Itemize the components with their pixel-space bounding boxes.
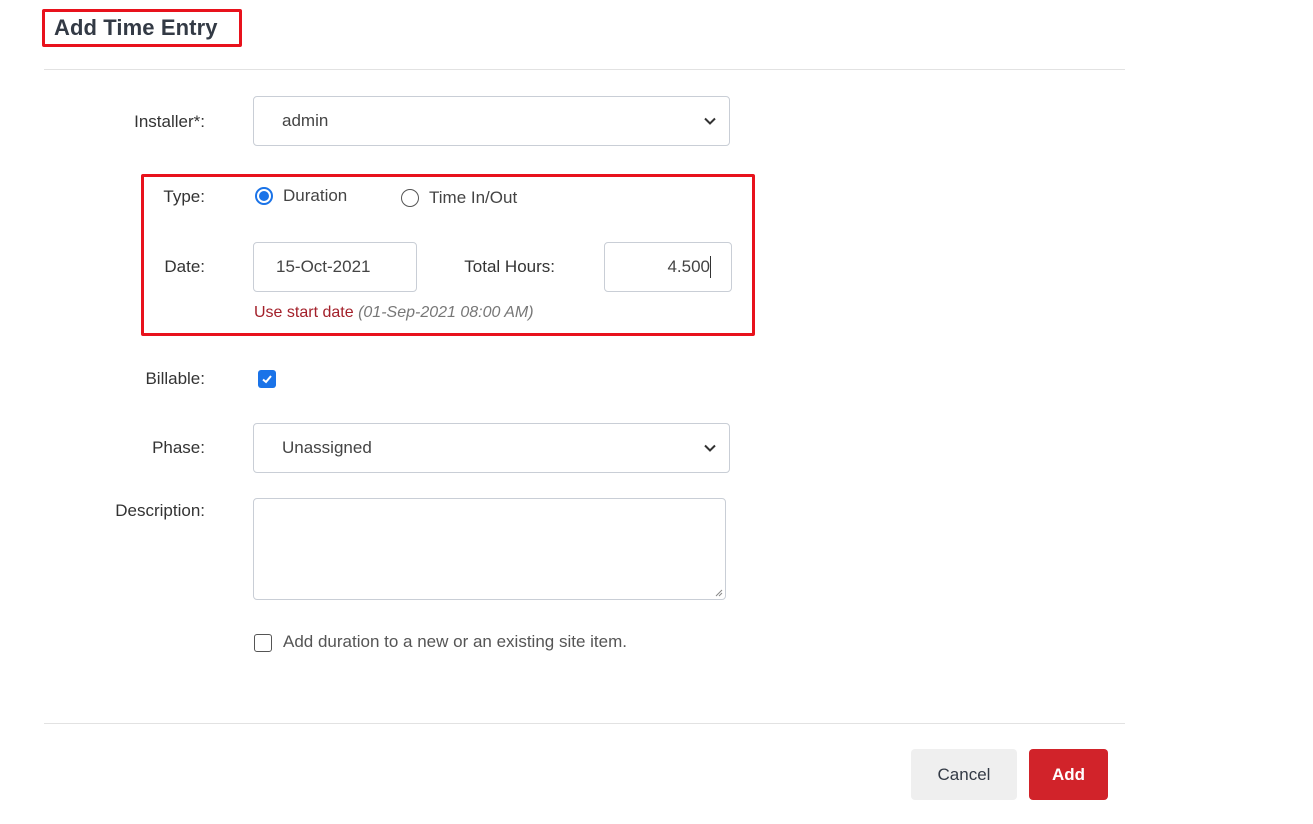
description-textarea[interactable] (253, 498, 726, 600)
billable-checkbox[interactable] (258, 370, 276, 388)
radio-checked-icon[interactable] (255, 187, 273, 205)
total-hours-input[interactable]: 4.500 (604, 242, 732, 292)
billable-label: Billable: (145, 369, 205, 388)
radio-duration[interactable]: Duration (255, 186, 347, 206)
cancel-button[interactable]: Cancel (911, 749, 1017, 800)
add-time-entry-dialog: Add Time Entry Installer*: admin Type: D… (0, 0, 1313, 824)
use-start-date-link[interactable]: Use start date (254, 304, 354, 321)
chevron-down-icon (704, 117, 716, 125)
title-highlight-box: Add Time Entry (42, 9, 242, 47)
radio-duration-label: Duration (283, 186, 348, 205)
installer-value: admin (282, 111, 329, 130)
description-label: Description: (115, 501, 205, 520)
total-hours-value: 4.500 (667, 257, 710, 276)
start-date-value: (01-Sep-2021 08:00 AM) (358, 304, 534, 321)
dialog-title: Add Time Entry (54, 15, 218, 40)
text-caret (710, 256, 711, 278)
radio-time-in-out-label: Time In/Out (429, 188, 518, 207)
type-label: Type: (163, 187, 205, 206)
installer-label: Installer*: (134, 112, 205, 131)
resize-grip-icon[interactable] (713, 587, 723, 597)
date-label: Date: (164, 257, 205, 276)
start-date-hint: Use start date (01-Sep-2021 08:00 AM) (254, 304, 534, 322)
radio-unchecked-icon[interactable] (401, 189, 419, 207)
add-duration-label: Add duration to a new or an existing sit… (283, 632, 627, 651)
radio-time-in-out[interactable]: Time In/Out (401, 188, 517, 208)
chevron-down-icon (704, 444, 716, 452)
total-hours-label: Total Hours: (464, 257, 555, 276)
add-duration-checkbox[interactable] (254, 634, 272, 652)
phase-select[interactable]: Unassigned (253, 423, 730, 473)
checkmark-icon (262, 375, 272, 384)
installer-select[interactable]: admin (253, 96, 730, 146)
footer-divider (44, 723, 1125, 724)
add-button[interactable]: Add (1029, 749, 1108, 800)
header-divider (44, 69, 1125, 70)
phase-label: Phase: (152, 438, 205, 457)
phase-value: Unassigned (282, 438, 372, 457)
